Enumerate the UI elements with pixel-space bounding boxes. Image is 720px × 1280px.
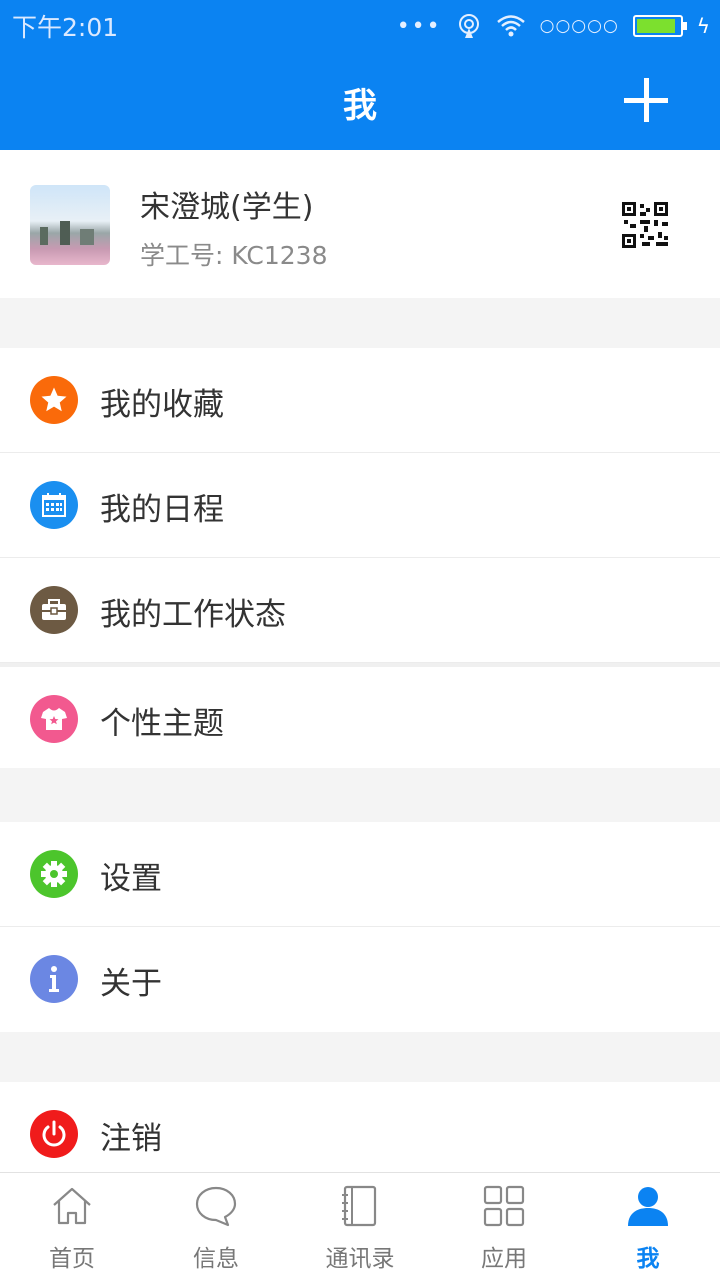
top-bar: 下午2:01 ••• ○○○○○ ϟ 我 xyxy=(0,0,720,150)
avatar xyxy=(30,185,110,265)
calendar-icon xyxy=(30,481,78,529)
wifi-icon xyxy=(496,15,525,37)
menu-item-favorites[interactable]: 我的收藏 xyxy=(0,348,720,453)
apps-grid-icon xyxy=(483,1185,525,1227)
profile-card[interactable]: 宋澄城(学生) 学工号: KC1238 xyxy=(0,150,720,298)
menu-item-label: 个性主题 xyxy=(100,706,224,742)
gear-icon xyxy=(30,850,78,898)
tab-label: 应用 xyxy=(481,1246,527,1272)
tab-label: 通讯录 xyxy=(325,1246,395,1272)
tshirt-icon xyxy=(30,695,78,743)
menu-item-label: 设置 xyxy=(100,861,162,897)
tab-label: 首页 xyxy=(49,1246,95,1272)
menu-item-work-status[interactable]: 我的工作状态 xyxy=(0,558,720,663)
tab-home[interactable]: 首页 xyxy=(0,1173,144,1280)
tab-contacts[interactable]: 通讯录 xyxy=(288,1173,432,1280)
tab-me[interactable]: 我 xyxy=(576,1173,720,1280)
menu-item-theme[interactable]: 个性主题 xyxy=(0,663,720,768)
menu-item-settings[interactable]: 设置 xyxy=(0,822,720,927)
page-title: 我 xyxy=(343,86,377,126)
tab-label: 我 xyxy=(636,1246,660,1272)
contacts-book-icon xyxy=(342,1185,377,1227)
home-icon xyxy=(53,1187,91,1225)
battery-icon xyxy=(632,15,687,37)
plus-icon[interactable] xyxy=(624,78,668,122)
menu-item-schedule[interactable]: 我的日程 xyxy=(0,453,720,558)
status-time: 下午2:01 xyxy=(12,13,119,42)
tab-messages[interactable]: 信息 xyxy=(144,1173,288,1280)
status-bar: 下午2:01 ••• ○○○○○ ϟ xyxy=(0,0,720,52)
person-icon xyxy=(628,1187,668,1226)
menu-group-system: 设置 关于 xyxy=(0,822,720,1032)
chat-bubble-icon xyxy=(195,1186,237,1227)
bottom-tab-bar: 首页 信息 通讯录 应用 我 xyxy=(0,1172,720,1280)
info-icon xyxy=(30,955,78,1003)
qrcode-icon[interactable] xyxy=(622,202,668,248)
more-dots-icon: ••• xyxy=(396,13,442,39)
power-icon xyxy=(30,1110,78,1158)
tab-apps[interactable]: 应用 xyxy=(432,1173,576,1280)
signal-indicator: ○○○○○ xyxy=(539,16,619,36)
hotspot-icon xyxy=(458,14,479,38)
star-icon xyxy=(30,376,78,424)
menu-item-label: 我的收藏 xyxy=(100,387,224,423)
menu-group-personal: 我的收藏 我的日程 我的工作状态 个性主题 xyxy=(0,348,720,768)
menu-item-label: 我的日程 xyxy=(100,492,224,528)
menu-item-label: 注销 xyxy=(100,1121,162,1157)
charging-icon: ϟ xyxy=(696,14,710,38)
menu-item-label: 我的工作状态 xyxy=(100,597,286,633)
profile-id: 学工号: KC1238 xyxy=(140,241,328,270)
status-icons: ••• ○○○○○ ϟ xyxy=(397,10,710,42)
briefcase-icon xyxy=(30,586,78,634)
profile-name: 宋澄城(学生) xyxy=(140,190,314,225)
menu-item-label: 关于 xyxy=(100,966,162,1002)
tab-label: 信息 xyxy=(193,1246,239,1272)
menu-item-about[interactable]: 关于 xyxy=(0,927,720,1032)
